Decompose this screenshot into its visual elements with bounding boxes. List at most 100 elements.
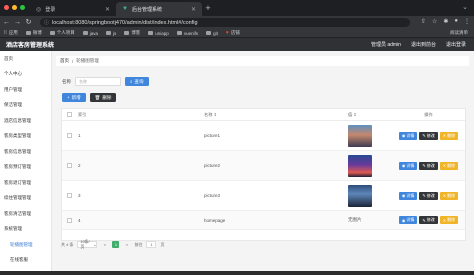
pencil-icon: ✎ (422, 193, 426, 198)
row-select-cell (62, 193, 76, 198)
trash-icon: 🗑 (94, 94, 101, 100)
back-to-frontend-link[interactable]: 退出到前台 (411, 41, 436, 48)
browser-tab-login[interactable]: ◎ 登录 ✕ (30, 2, 116, 16)
reading-list[interactable]: 阅读清单 (450, 30, 468, 36)
header-value-label: 值 (348, 111, 353, 117)
row-value-cell (346, 124, 392, 147)
bookmark-vuenifs[interactable]: vuenifs (176, 31, 198, 36)
bookmark-shop[interactable]: ♥ 店铺 (226, 30, 240, 36)
bookmark-weibo[interactable]: 微博 (25, 30, 42, 36)
close-window-dot[interactable] (4, 5, 9, 10)
delete-button-label: 删除 (102, 94, 112, 100)
delete-button[interactable]: ✕ 删除 (439, 216, 459, 224)
breadcrumb-separator: / (72, 58, 74, 64)
folder-icon (176, 31, 182, 35)
share-icon[interactable]: ⇧ (421, 18, 426, 25)
search-button-label: 查询 (134, 78, 144, 84)
edit-button[interactable]: ✎ 修改 (419, 131, 438, 140)
page-number-current[interactable]: 1 (112, 241, 120, 248)
globe-icon: ◎ (36, 6, 42, 13)
bookmark-git[interactable]: git (206, 31, 218, 36)
detail-button[interactable]: ◉ 详情 (398, 161, 418, 170)
sidebar-item[interactable]: 客房预订管理 (0, 160, 51, 176)
info-icon: ⓘ (44, 20, 50, 26)
pencil-icon: ✎ (422, 133, 426, 138)
edit-button-label: 修改 (426, 217, 435, 222)
heart-icon: ♥ (225, 30, 229, 36)
edit-button[interactable]: ✎ 修改 (419, 216, 438, 224)
row-actions: ◉ 详情 ✎ 修改 ✕ 删除 (392, 191, 465, 200)
reload-icon[interactable]: ↻ (24, 18, 33, 27)
breadcrumb-home[interactable]: 首页 (60, 58, 69, 64)
trash-icon: ✕ (442, 217, 447, 223)
row-checkbox[interactable] (66, 193, 72, 198)
address-bar[interactable]: ⓘ localhost:8080/springbootj470/admin/di… (40, 18, 410, 27)
close-tab-icon[interactable]: ✕ (191, 6, 196, 13)
sidebar-item[interactable]: 保洁管理 (0, 98, 51, 114)
browser-toolbar: ← → ↻ ⓘ localhost:8080/springbootj470/ad… (0, 16, 474, 29)
bookmark-js[interactable]: js (106, 31, 116, 36)
sidebar-item[interactable]: 客房信息管理 (0, 144, 51, 160)
bookmark-apps[interactable]: ⁞⁞ 应用 (4, 30, 18, 36)
batch-delete-button[interactable]: 🗑 删除 (89, 93, 117, 102)
detail-button[interactable]: ◉ 详情 (398, 131, 418, 140)
sidebar-item[interactable]: 用户管理 (0, 82, 51, 98)
menu-icon[interactable]: ⋮ (464, 18, 470, 25)
page-size-select[interactable]: 10条/页 ⌄ (77, 240, 98, 249)
sidebar-item[interactable]: 个人中心 (0, 67, 51, 83)
browser-tab-admin[interactable]: ▼ 后台管理系统 ✕ (116, 2, 202, 16)
tab-search-chevron-icon[interactable]: ⌄ (462, 3, 468, 11)
new-tab-icon[interactable]: + (202, 2, 214, 14)
minimize-window-dot[interactable] (12, 5, 17, 10)
detail-button[interactable]: ◉ 详情 (398, 191, 418, 200)
sort-icon: ⇕ (353, 111, 357, 117)
star-icon[interactable]: ☆ (432, 18, 437, 25)
row-name: picture1 (204, 133, 221, 138)
bookmark-uniapp[interactable]: uniapp (148, 31, 169, 36)
delete-button[interactable]: ✕ 删除 (439, 191, 459, 200)
sidebar-item[interactable]: 客房退订管理 (0, 175, 51, 191)
profile-icon[interactable]: ● (454, 18, 458, 25)
extension-icon[interactable]: ✱ (443, 18, 448, 25)
header-name[interactable]: 名称 ⇕ (202, 112, 346, 118)
delete-button-label: 删除 (447, 217, 456, 222)
pencil-icon: ✎ (422, 163, 426, 168)
zoom-window-dot[interactable] (20, 5, 25, 10)
bookmark-projects[interactable]: 个人项目 (49, 30, 75, 36)
goto-page-input[interactable]: 1 (146, 241, 157, 248)
edit-button[interactable]: ✎ 修改 (419, 161, 438, 170)
bookmark-java[interactable]: java (82, 30, 99, 36)
bookmark-blog[interactable]: 博客 (124, 30, 140, 36)
select-all-checkbox[interactable] (66, 112, 72, 117)
edit-button[interactable]: ✎ 修改 (419, 191, 438, 200)
row-checkbox[interactable] (66, 163, 72, 168)
search-button[interactable]: ⌕ 查询 (125, 77, 149, 86)
next-page-button[interactable]: > (123, 241, 130, 248)
sidebar-item[interactable]: 客房清洁管理 (0, 206, 51, 222)
delete-button[interactable]: ✕ 删除 (439, 161, 459, 170)
row-checkbox[interactable] (66, 133, 72, 138)
sidebar-item[interactable]: 客房类型管理 (0, 129, 51, 145)
row-checkbox[interactable] (66, 217, 72, 223)
sidebar-item[interactable]: 首页 (0, 51, 51, 67)
edit-button-label: 修改 (426, 132, 435, 138)
forward-arrow-icon[interactable]: → (13, 18, 22, 27)
close-tab-icon[interactable]: ✕ (105, 6, 110, 13)
name-search-input[interactable]: 名称 (75, 77, 121, 86)
table-header: 索引 名称 ⇕ 值 ⇕ 操作 (62, 109, 465, 121)
folder-icon (49, 31, 55, 35)
logout-link[interactable]: 退出登录 (446, 41, 466, 48)
bookmark-label: java (89, 30, 99, 36)
add-button[interactable]: + 新增 (62, 93, 86, 102)
header-value[interactable]: 值 ⇕ (346, 112, 392, 118)
delete-button[interactable]: ✕ 删除 (439, 131, 459, 140)
sidebar-item[interactable]: 系统管理 (0, 222, 51, 238)
sidebar-item[interactable]: 轮播图管理 (0, 237, 51, 253)
sidebar-item[interactable]: 在线客服 (0, 253, 51, 269)
prev-page-button[interactable]: < (101, 241, 108, 248)
detail-button[interactable]: ◉ 详情 (398, 216, 418, 224)
sidebar-item[interactable]: 酒店信息管理 (0, 113, 51, 129)
back-arrow-icon[interactable]: ← (2, 18, 11, 27)
sidebar-item[interactable]: 续住管理管理 (0, 191, 51, 207)
search-label: 名称 (62, 78, 71, 84)
